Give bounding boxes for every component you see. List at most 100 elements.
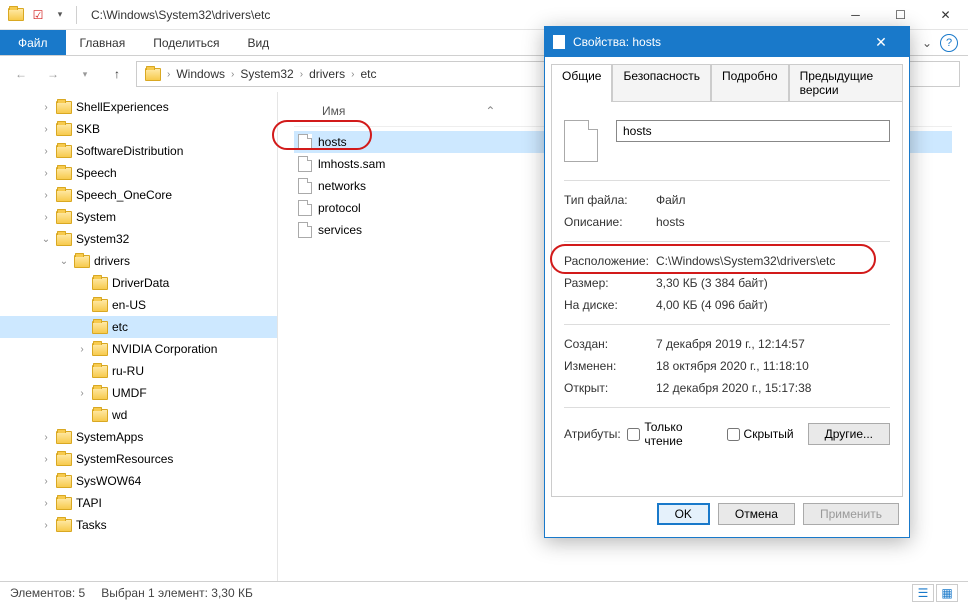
tree-item-label: SystemApps	[76, 430, 143, 444]
label-ondisk: На диске:	[564, 298, 656, 312]
status-selection: Выбран 1 элемент: 3,30 КБ	[101, 586, 253, 600]
qat-dropdown-icon[interactable]: ▾	[50, 5, 70, 25]
tree-item-label: TAPI	[76, 496, 102, 510]
file-name-label: hosts	[318, 135, 347, 149]
close-button[interactable]: ✕	[923, 0, 968, 30]
tree-item[interactable]: › SystemApps	[0, 426, 277, 448]
tree-expander-icon[interactable]: ›	[40, 520, 52, 531]
dialog-tab-previous[interactable]: Предыдущие версии	[789, 64, 903, 102]
tree-item-label: Speech_OneCore	[76, 188, 172, 202]
tree-item-label: en-US	[112, 298, 146, 312]
tree-expander-icon[interactable]: ›	[40, 168, 52, 179]
nav-forward-button[interactable]: →	[40, 61, 66, 87]
view-details-button[interactable]: ☰	[912, 584, 934, 602]
tree-expander-icon[interactable]: ›	[40, 146, 52, 157]
document-icon	[298, 200, 312, 216]
column-header-name[interactable]: Имя	[322, 104, 345, 118]
tree-item[interactable]: ›UMDF	[0, 382, 277, 404]
ribbon-tab-share[interactable]: Поделиться	[139, 30, 233, 55]
tree-expander-icon[interactable]: ›	[40, 124, 52, 135]
tree-item[interactable]: ⌄System32	[0, 228, 277, 250]
tree-item[interactable]: DriverData	[0, 272, 277, 294]
dialog-apply-button[interactable]: Применить	[803, 503, 899, 525]
tree-expander-icon[interactable]: ›	[40, 454, 52, 465]
dialog-footer: OK Отмена Применить	[545, 503, 909, 537]
dialog-file-icon	[564, 120, 598, 162]
dialog-tab-security[interactable]: Безопасность	[612, 64, 711, 102]
tree-item[interactable]: ›SoftwareDistribution	[0, 140, 277, 162]
breadcrumb-item[interactable]: drivers	[305, 67, 349, 81]
tree-expander-icon[interactable]: ⌄	[58, 256, 70, 267]
ribbon-tab-file[interactable]: Файл	[0, 30, 66, 55]
value-created: 7 декабря 2019 г., 12:14:57	[656, 337, 805, 351]
document-icon	[298, 134, 312, 150]
dialog-filename-input[interactable]	[616, 120, 890, 142]
breadcrumb-item[interactable]: System32	[236, 67, 297, 81]
nav-recent-dropdown[interactable]: ▾	[72, 61, 98, 87]
folder-tree[interactable]: › ShellExperiences ›SKB›SoftwareDistributi…	[0, 92, 278, 581]
breadcrumb-item[interactable]: Windows	[172, 67, 229, 81]
properties-dialog: Свойства: hosts ✕ Общие Безопасность Под…	[544, 26, 910, 538]
tree-expander-icon[interactable]: ›	[76, 344, 88, 355]
dialog-cancel-button[interactable]: Отмена	[718, 503, 795, 525]
view-icons-button[interactable]: ▦	[936, 584, 958, 602]
tree-item[interactable]: ›SKB	[0, 118, 277, 140]
ribbon-tab-home[interactable]: Главная	[66, 30, 140, 55]
document-icon	[298, 156, 312, 172]
qat-properties-icon[interactable]: ☑	[28, 5, 48, 25]
nav-up-button[interactable]: ↑	[104, 61, 130, 87]
tree-item[interactable]: › NVIDIA Corporation	[0, 338, 277, 360]
folder-icon	[56, 211, 72, 224]
tree-item[interactable]: wd	[0, 404, 277, 426]
dialog-close-button[interactable]: ✕	[861, 34, 901, 51]
tree-item-label: ShellExperiences	[76, 100, 169, 114]
label-filetype: Тип файла:	[564, 193, 656, 207]
folder-icon	[92, 277, 108, 290]
tree-expander-icon[interactable]: ›	[40, 102, 52, 113]
tree-item[interactable]: › Speech	[0, 162, 277, 184]
tree-expander-icon[interactable]: ›	[76, 388, 88, 399]
help-button[interactable]: ?	[940, 34, 958, 52]
ribbon-tab-view[interactable]: Вид	[233, 30, 283, 55]
tree-item[interactable]: › Speech_OneCore	[0, 184, 277, 206]
tree-item[interactable]: ru-RU	[0, 360, 277, 382]
label-modified: Изменен:	[564, 359, 656, 373]
tree-item-label: Speech	[76, 166, 117, 180]
dialog-ok-button[interactable]: OK	[657, 503, 710, 525]
dialog-titlebar[interactable]: Свойства: hosts ✕	[545, 27, 909, 57]
folder-icon	[92, 321, 108, 334]
tree-expander-icon[interactable]: ›	[40, 432, 52, 443]
tree-item[interactable]: › ShellExperiences	[0, 96, 277, 118]
file-name-label: lmhosts.sam	[318, 157, 385, 171]
value-ondisk: 4,00 КБ (4 096 байт)	[656, 298, 768, 312]
label-attributes: Атрибуты:	[564, 427, 627, 441]
checkbox-hidden[interactable]: Скрытый	[727, 427, 794, 441]
tree-item[interactable]: › TAPI	[0, 492, 277, 514]
tree-item[interactable]: etc	[0, 316, 277, 338]
tree-item-label: DriverData	[112, 276, 169, 290]
ribbon-expand-icon[interactable]: ⌄	[922, 36, 932, 50]
tree-expander-icon[interactable]: ›	[40, 498, 52, 509]
tree-expander-icon[interactable]: ›	[40, 476, 52, 487]
folder-icon	[56, 167, 72, 180]
checkbox-readonly[interactable]: Только чтение	[627, 420, 712, 448]
tree-item[interactable]: ⌄drivers	[0, 250, 277, 272]
folder-app-icon	[6, 5, 26, 25]
tree-item[interactable]: ›System	[0, 206, 277, 228]
dialog-tab-details[interactable]: Подробно	[711, 64, 789, 102]
tree-item[interactable]: ›SystemResources	[0, 448, 277, 470]
folder-icon	[92, 343, 108, 356]
tree-expander-icon[interactable]: ⌄	[40, 234, 52, 245]
tree-item[interactable]: ›SysWOW64	[0, 470, 277, 492]
tree-expander-icon[interactable]: ›	[40, 212, 52, 223]
tree-expander-icon[interactable]: ›	[40, 190, 52, 201]
tree-item[interactable]: ›Tasks	[0, 514, 277, 536]
nav-back-button[interactable]: ←	[8, 61, 34, 87]
folder-icon	[56, 101, 72, 114]
attributes-other-button[interactable]: Другие...	[808, 423, 890, 445]
breadcrumb-item[interactable]: etc	[356, 67, 380, 81]
dialog-tab-general[interactable]: Общие	[551, 64, 612, 102]
tree-item[interactable]: en-US	[0, 294, 277, 316]
tree-item-label: NVIDIA Corporation	[112, 342, 217, 356]
label-opened: Открыт:	[564, 381, 656, 395]
